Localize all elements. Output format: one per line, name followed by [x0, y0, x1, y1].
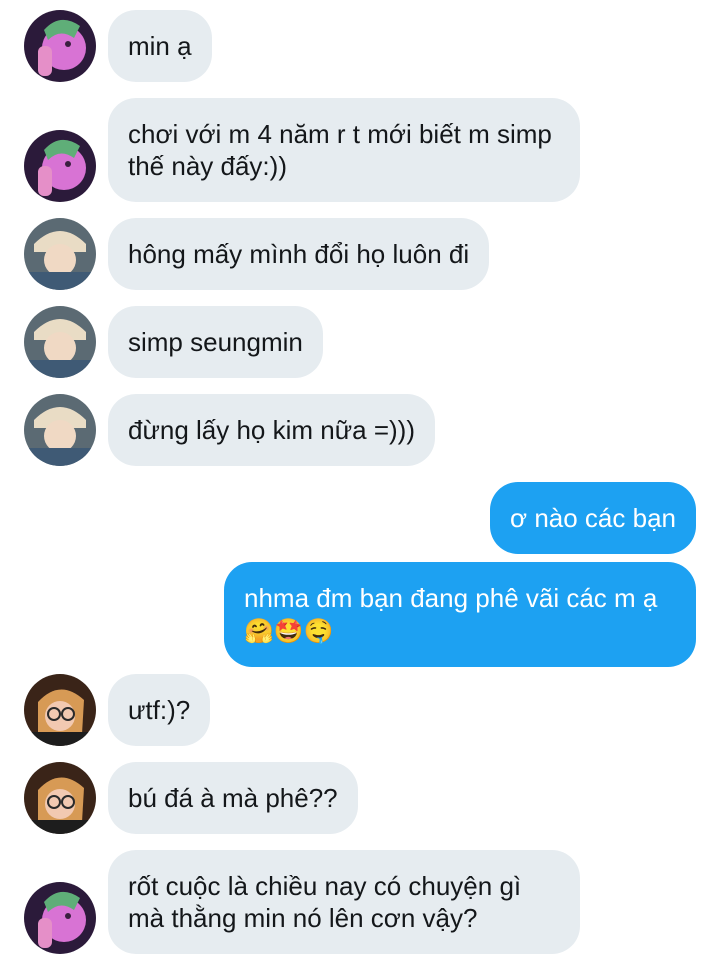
message-bubble-outgoing: ơ nào các bạn — [490, 482, 696, 554]
beige-hat-avatar[interactable] — [24, 394, 96, 466]
message-bubble-incoming: rốt cuộc là chiều nay có chuyện gì mà th… — [108, 850, 580, 954]
message-bubble-incoming: simp seungmin — [108, 306, 323, 378]
glasses-avatar[interactable] — [24, 762, 96, 834]
purple-avatar[interactable] — [24, 10, 96, 82]
glasses-avatar[interactable] — [24, 674, 96, 746]
beige-hat-avatar[interactable] — [24, 218, 96, 290]
message-bubble-outgoing: nhma đm bạn đang phê vãi các m ạ 🤗🤩🤤 — [224, 562, 696, 667]
message-text: nhma đm bạn đang phê vãi các m ạ — [244, 583, 658, 613]
message-bubble-incoming: min ạ — [108, 10, 212, 82]
message-bubble-incoming: bú đá à mà phê?? — [108, 762, 358, 834]
purple-avatar[interactable] — [24, 882, 96, 954]
beige-hat-avatar[interactable] — [24, 306, 96, 378]
message-bubble-incoming: hông mấy mình đổi họ luôn đi — [108, 218, 490, 290]
message-bubble-incoming: đừng lấy họ kim nữa =))) — [108, 394, 435, 466]
emoji-group: 🤗🤩🤤 — [244, 617, 334, 645]
message-bubble-incoming: chơi với m 4 năm r t mới biết m simp thế… — [108, 98, 580, 202]
purple-avatar[interactable] — [24, 130, 96, 202]
message-bubble-incoming: ưtf:)? — [108, 674, 211, 746]
